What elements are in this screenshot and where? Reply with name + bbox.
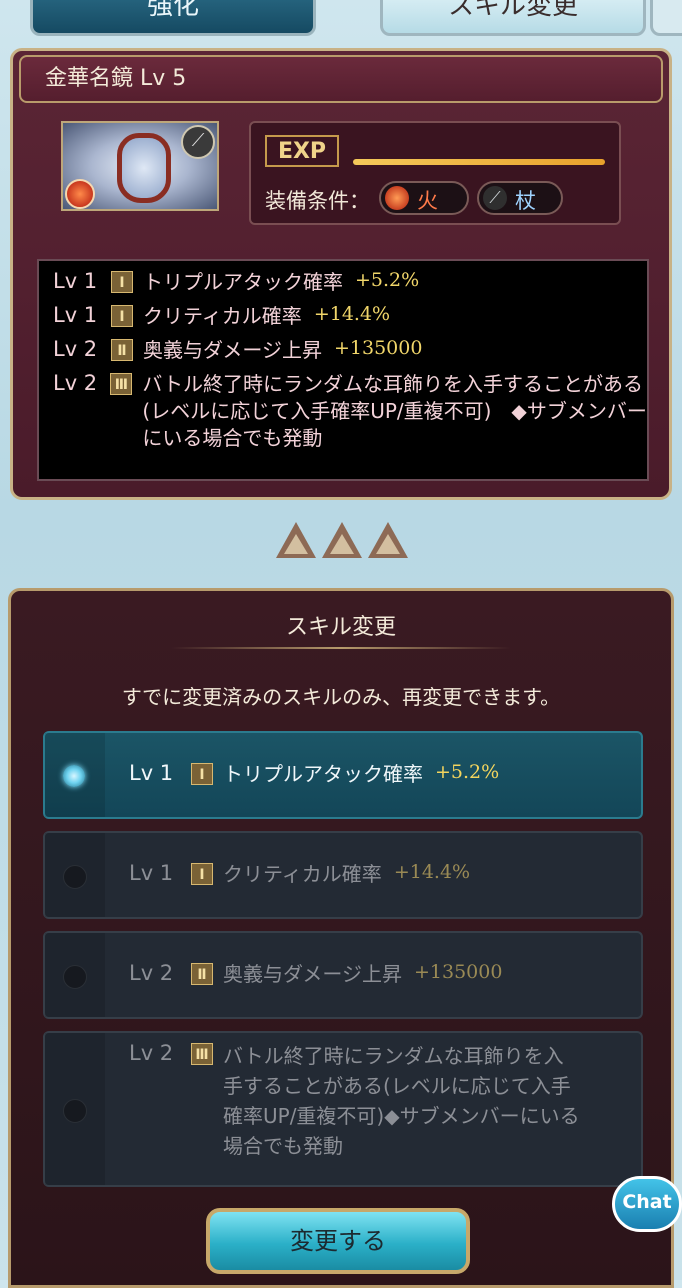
skill-level: Lv 1 — [129, 761, 174, 785]
skill-value: +14.4% — [313, 303, 391, 325]
skill-option-content: Lv 1 Ⅰ トリプルアタック確率 +5.2% — [129, 761, 499, 788]
skill-level: Lv 1 — [53, 269, 98, 293]
exp-bar — [353, 159, 605, 165]
skill-name: クリティカル確率 — [223, 862, 382, 886]
skill-level: Lv 1 — [53, 303, 98, 327]
skill-row: Lv 2 Ⅱ 奥義与ダメージ上昇 +135000 — [39, 337, 647, 363]
staff-icon: ⟋ — [181, 125, 215, 159]
equip-element-text: 火 — [417, 189, 438, 213]
skill-option[interactable]: Lv 1 Ⅰ クリティカル確率 +14.4% — [43, 831, 643, 919]
upgrade-arrows — [276, 522, 412, 562]
mirror-image — [117, 133, 171, 203]
change-submit-button[interactable]: 変更する — [206, 1208, 470, 1274]
skill-value: +135000 — [334, 337, 423, 359]
skill-row: Lv 2 Ⅲ バトル終了時にランダムな耳飾りを入手することがある(レベルに応じて… — [39, 371, 647, 452]
skill-value: +14.4% — [393, 861, 471, 883]
skill-description: バトル終了時にランダムな耳飾りを入手することがある(レベルに応じて入手確率UP/… — [223, 1044, 580, 1158]
item-thumbnail: ⟋ — [61, 121, 219, 211]
skill-option-content: Lv 1 Ⅰ クリティカル確率 +14.4% — [129, 861, 470, 888]
skill-change-title: スキル変更 — [285, 615, 396, 640]
skill-rank-badge: Ⅱ — [191, 963, 213, 985]
skill-level: Lv 1 — [129, 861, 174, 885]
divider — [171, 647, 511, 649]
fire-icon — [65, 179, 95, 209]
skill-option[interactable]: Lv 1 Ⅰ トリプルアタック確率 +5.2% — [43, 731, 643, 819]
skill-name: クリティカル確率 — [143, 304, 302, 328]
skill-name: 奥義与ダメージ上昇 — [143, 338, 322, 362]
triangle-icon — [276, 522, 316, 558]
skill-value: +5.2% — [355, 269, 420, 291]
item-title: 金華名鏡 Lv 5 — [19, 55, 663, 103]
chat-button[interactable]: Chat — [612, 1176, 682, 1232]
skill-name: 奥義与ダメージ上昇 — [223, 962, 402, 986]
skill-value: +5.2% — [435, 761, 500, 783]
skill-description: バトル終了時にランダムな耳飾りを入手することがある(レベルに応じて入手確率UP/… — [142, 372, 647, 450]
equip-weapon-text: 杖 — [515, 189, 536, 213]
skill-change-note: すでに変更済みのスキルのみ、再変更できます。 — [121, 685, 561, 709]
tab-enhance[interactable]: 強化 — [30, 0, 316, 36]
tab-edge — [650, 0, 682, 36]
skill-level: Lv 2 — [53, 371, 98, 395]
triangle-icon — [368, 522, 408, 558]
fire-icon — [385, 186, 409, 210]
skill-level: Lv 2 — [129, 961, 174, 985]
skill-rank-badge: Ⅲ — [191, 1043, 213, 1065]
skill-row: Lv 1 Ⅰ トリプルアタック確率 +5.2% — [39, 269, 647, 295]
exp-label: EXP — [265, 135, 339, 167]
skill-rank-badge: Ⅰ — [111, 271, 133, 293]
item-info-panel: 金華名鏡 Lv 5 ⟋ EXP 装備条件： 火 ⟋ 杖 Lv 1 Ⅰ トリプルア… — [10, 48, 672, 500]
exp-box: EXP 装備条件： 火 ⟋ 杖 — [249, 121, 621, 225]
skill-level: Lv 2 — [129, 1041, 174, 1065]
skill-rank-badge: Ⅰ — [191, 863, 213, 885]
skill-rank-badge: Ⅰ — [111, 305, 133, 327]
skill-change-panel: スキル変更 すでに変更済みのスキルのみ、再変更できます。 Lv 1 Ⅰ トリプル… — [8, 588, 674, 1288]
skill-row: Lv 1 Ⅰ クリティカル確率 +14.4% — [39, 303, 647, 329]
skill-name: トリプルアタック確率 — [143, 270, 343, 294]
skill-option[interactable]: Lv 2 Ⅲ バトル終了時にランダムな耳飾りを入手することがある(レベルに応じて… — [43, 1031, 643, 1187]
equip-element-pill: 火 — [379, 181, 469, 215]
skill-rank-badge: Ⅱ — [111, 339, 133, 361]
tab-skill-change[interactable]: スキル変更 — [380, 0, 646, 36]
radio-icon[interactable] — [63, 1099, 87, 1123]
equip-condition-label: 装備条件： — [265, 189, 370, 213]
staff-icon: ⟋ — [483, 186, 507, 210]
equip-weapon-pill: ⟋ 杖 — [477, 181, 563, 215]
skill-level: Lv 2 — [53, 337, 98, 361]
triangle-icon — [322, 522, 362, 558]
skill-option-content: Lv 2 Ⅲ バトル終了時にランダムな耳飾りを入手することがある(レベルに応じて… — [129, 1041, 583, 1161]
radio-selected-icon[interactable] — [63, 765, 85, 787]
skill-option[interactable]: Lv 2 Ⅱ 奥義与ダメージ上昇 +135000 — [43, 931, 643, 1019]
radio-icon[interactable] — [63, 865, 87, 889]
skill-rank-badge: Ⅲ — [110, 373, 133, 395]
skill-name: トリプルアタック確率 — [223, 762, 423, 786]
radio-icon[interactable] — [63, 965, 87, 989]
skill-value: +135000 — [414, 961, 503, 983]
skill-rank-badge: Ⅰ — [191, 763, 213, 785]
skill-option-content: Lv 2 Ⅱ 奥義与ダメージ上昇 +135000 — [129, 961, 502, 988]
skill-list: Lv 1 Ⅰ トリプルアタック確率 +5.2% Lv 1 Ⅰ クリティカル確率 … — [37, 259, 649, 481]
tab-bar: 強化 スキル変更 — [0, 0, 682, 36]
